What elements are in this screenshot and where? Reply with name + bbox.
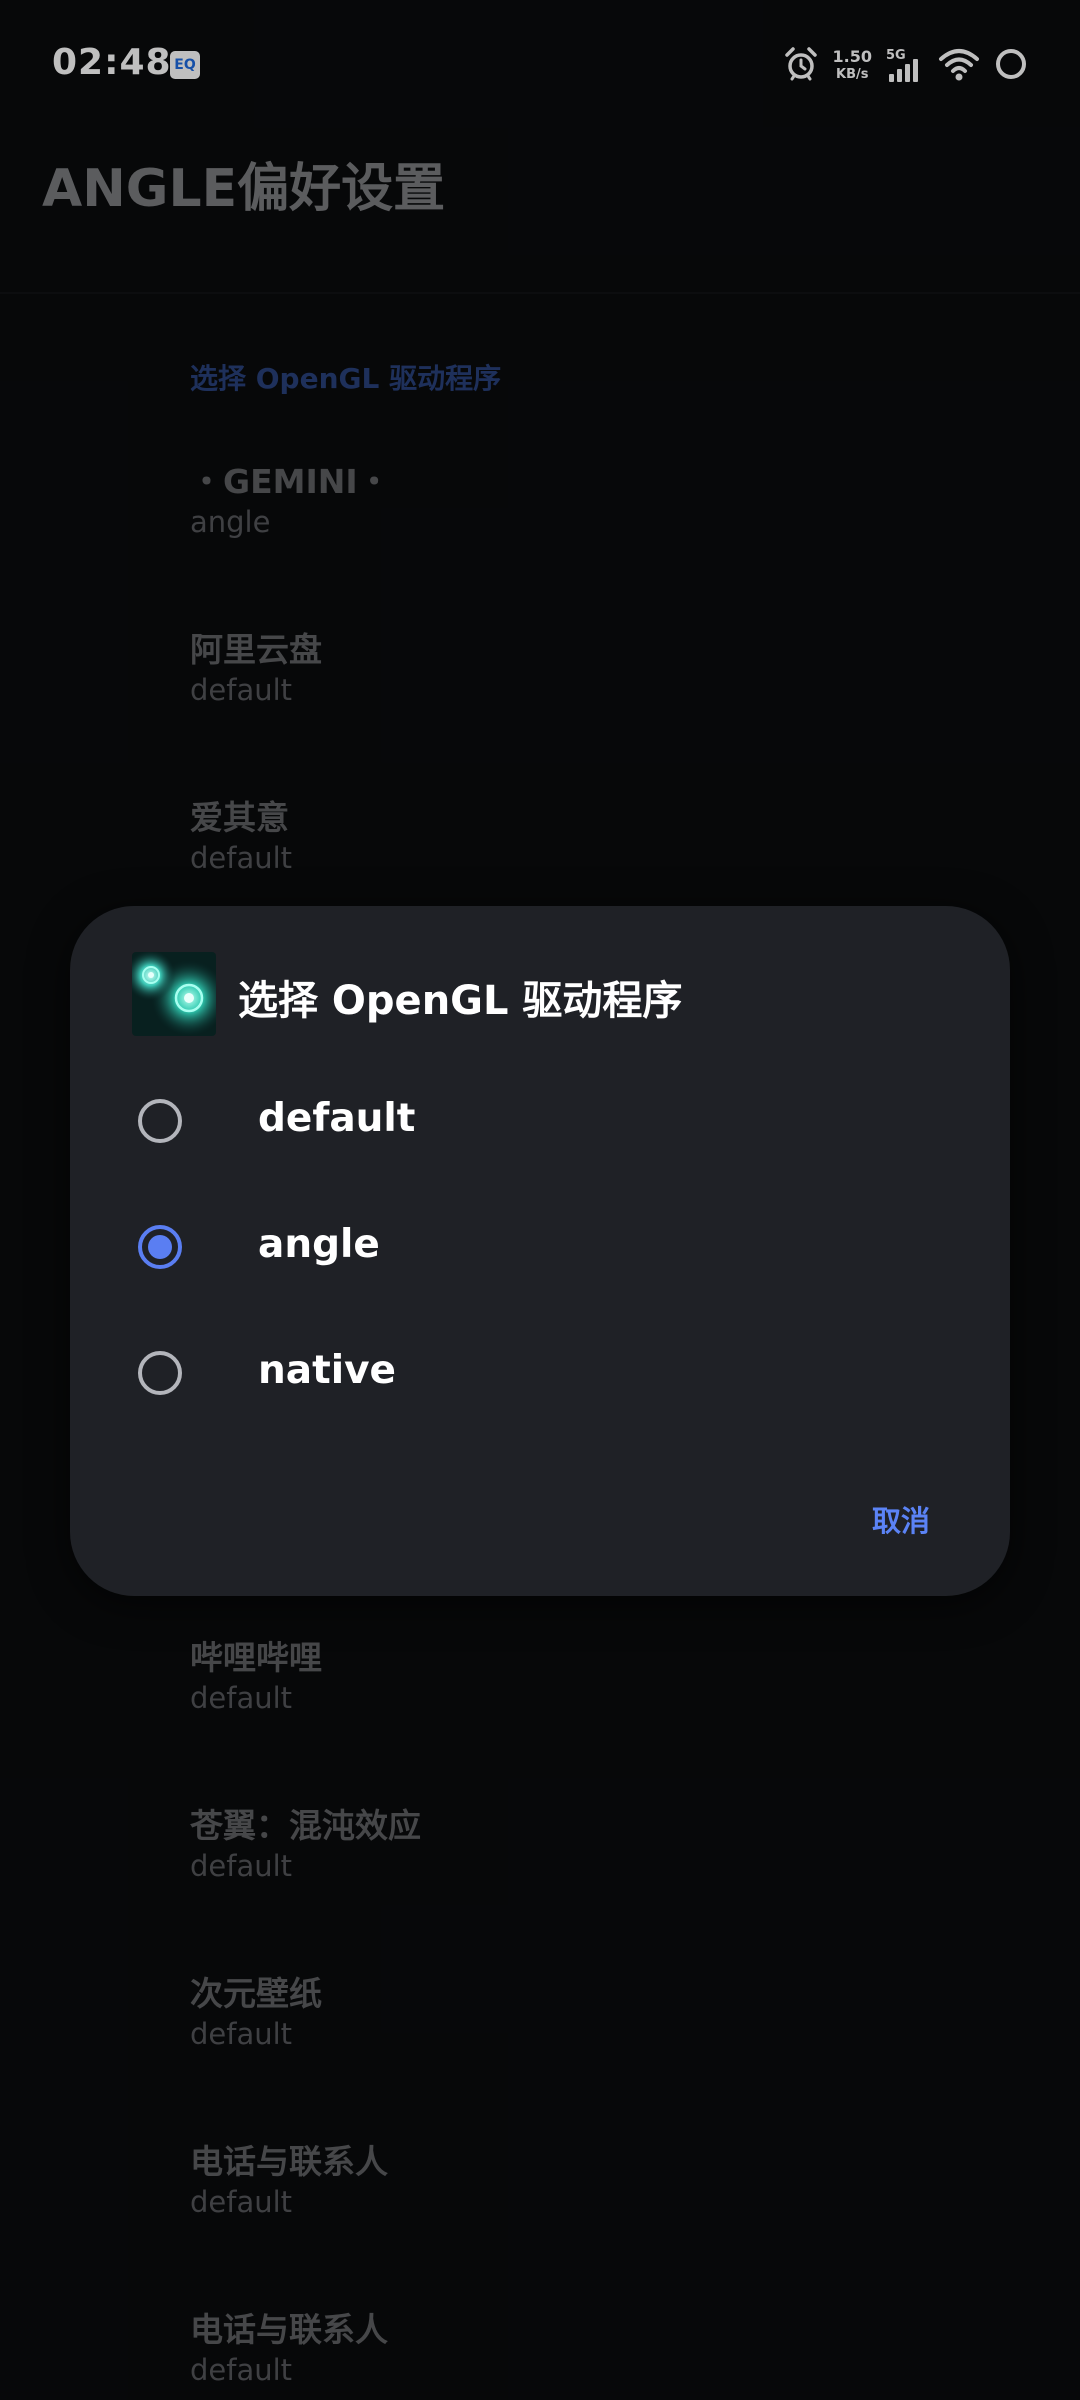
option-default[interactable]: default (70, 1070, 1010, 1180)
driver-select-dialog: 选择 OpenGL 驱动程序 default angle native 取消 (70, 906, 1010, 1596)
app-icon (132, 952, 216, 1036)
option-native[interactable]: native (70, 1322, 1010, 1432)
radio-button[interactable] (138, 1099, 182, 1143)
radio-button-checked[interactable] (138, 1225, 182, 1269)
option-angle[interactable]: angle (70, 1196, 1010, 1306)
option-label: default (258, 1096, 416, 1141)
dialog-title: 选择 OpenGL 驱动程序 (238, 978, 683, 1024)
radio-button[interactable] (138, 1351, 182, 1395)
option-label: angle (258, 1222, 380, 1267)
cancel-button[interactable]: 取消 (872, 1498, 930, 1540)
option-label: native (258, 1348, 396, 1393)
